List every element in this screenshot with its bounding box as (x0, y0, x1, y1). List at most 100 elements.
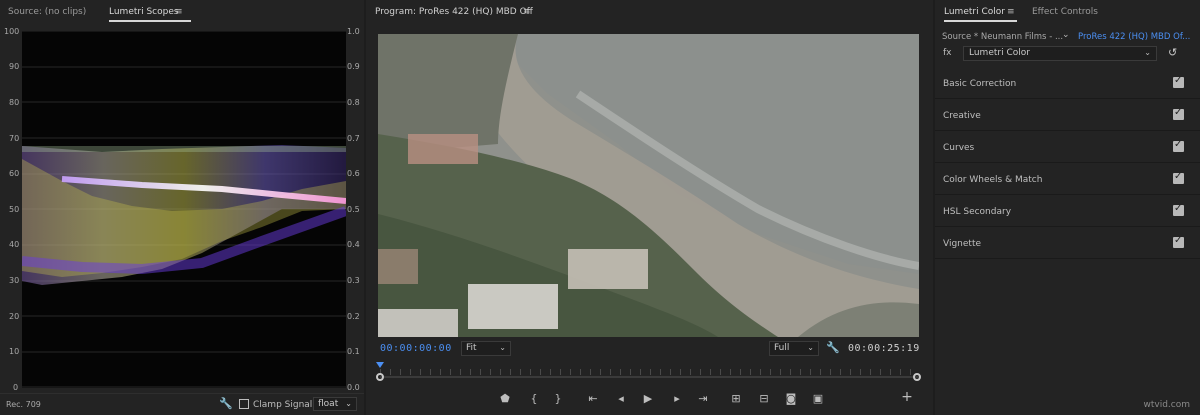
tick-label: 90 (9, 62, 20, 71)
lumetri-scopes-panel: Source: (no clips) Lumetri Scopes ≡ 100 … (0, 0, 364, 415)
effect-select-label: Lumetri Color (969, 48, 1030, 58)
section-hsl-secondary[interactable]: HSL Secondary (935, 195, 1200, 227)
waveform-graphic (22, 31, 346, 388)
tick-label: 0.7 (347, 134, 360, 143)
tick-label: 10 (9, 347, 20, 356)
tick-label: 0.2 (347, 312, 360, 321)
checkbox-icon[interactable] (1173, 171, 1184, 184)
tick-label: 30 (9, 276, 20, 285)
tick-label: 0.0 (347, 383, 360, 392)
program-video-frame[interactable] (378, 34, 919, 337)
tick-label: 70 (9, 134, 20, 143)
rec-label: Rec. 709 (6, 400, 41, 409)
current-timecode[interactable]: 00:00:00:00 (380, 343, 452, 354)
tick-label: 0.6 (347, 169, 360, 178)
play-icon[interactable]: ▶ (640, 392, 656, 405)
scrubber-track (380, 376, 920, 378)
tick-label: 0.3 (347, 276, 360, 285)
step-back-icon[interactable]: ◂ (613, 392, 629, 405)
section-creative[interactable]: Creative (935, 99, 1200, 131)
tick-label: 0 (13, 383, 19, 392)
step-forward-icon[interactable]: ▸ (669, 392, 685, 405)
checkbox-icon[interactable] (1173, 235, 1184, 248)
plus-icon[interactable]: + (899, 389, 915, 405)
scrubber-ticks (380, 369, 920, 375)
checkbox-icon[interactable] (1173, 107, 1184, 120)
watermark: wtvid.com (1143, 400, 1190, 410)
center-tabbar: Program: ProRes 422 (HQ) MBD Off ≡ (366, 0, 933, 26)
insert-icon[interactable]: ⊞ (728, 392, 744, 405)
section-color-wheels[interactable]: Color Wheels & Match (935, 163, 1200, 195)
wrench-icon[interactable]: 🔧 (219, 397, 233, 410)
tick-label: 0.8 (347, 98, 360, 107)
program-title[interactable]: Program: ProRes 422 (HQ) MBD Off (375, 7, 533, 17)
tab-effect-controls[interactable]: Effect Controls (1032, 7, 1098, 17)
section-label: HSL Secondary (943, 207, 1012, 217)
tick-label: 20 (9, 312, 20, 321)
tab-source[interactable]: Source: (no clips) (8, 7, 86, 17)
go-to-in-icon[interactable]: ⇤ (585, 392, 601, 405)
mark-out-icon[interactable]: } (550, 392, 566, 405)
menu-icon[interactable]: ≡ (1007, 7, 1015, 17)
camera-icon[interactable]: ◙ (783, 392, 799, 405)
sequence-link[interactable]: ProRes 422 (HQ) MBD Of... (1078, 32, 1190, 42)
duration-timecode: 00:00:25:19 (848, 343, 920, 354)
section-label: Creative (943, 111, 981, 121)
right-tabbar: Lumetri Color ≡ Effect Controls (935, 0, 1200, 26)
resolution-dropdown[interactable]: Full ⌄ (769, 341, 819, 356)
tick-label: 50 (9, 205, 20, 214)
section-curves[interactable]: Curves (935, 131, 1200, 163)
tab-lumetri-scopes[interactable]: Lumetri Scopes (109, 7, 191, 22)
chevron-down-icon: ⌄ (499, 343, 506, 352)
left-tabbar: Source: (no clips) Lumetri Scopes ≡ (0, 0, 364, 26)
tick-label: 100 (4, 27, 20, 36)
chevron-down-icon[interactable]: ⌄ (1062, 30, 1070, 40)
compare-icon[interactable]: ▣ (810, 392, 826, 405)
tick-label: 40 (9, 240, 20, 249)
tick-label: 0.9 (347, 62, 360, 71)
checkbox-icon[interactable] (1173, 75, 1184, 88)
go-to-out-icon[interactable]: ⇥ (695, 392, 711, 405)
in-handle[interactable] (376, 373, 384, 381)
playhead[interactable] (376, 362, 384, 368)
section-label: Color Wheels & Match (943, 175, 1043, 185)
chevron-down-icon: ⌄ (807, 343, 814, 352)
effect-select-row: fx Lumetri Color ⌄ ↺ (935, 46, 1200, 62)
float-dropdown[interactable]: float ⌄ (313, 397, 357, 411)
tick-label: 60 (9, 169, 20, 178)
checkbox-icon[interactable] (239, 399, 249, 409)
zoom-dropdown[interactable]: Fit ⌄ (461, 341, 511, 356)
float-label: float (318, 399, 339, 409)
chevron-down-icon: ⌄ (1144, 48, 1151, 57)
section-label: Basic Correction (943, 79, 1017, 89)
scope-bottom-bar: Rec. 709 🔧 Clamp Signal float ⌄ (0, 393, 364, 415)
timeline-scrubber[interactable] (376, 362, 921, 383)
tick-label: 0.1 (347, 347, 360, 356)
checkbox-icon[interactable] (1173, 203, 1184, 216)
section-vignette[interactable]: Vignette (935, 227, 1200, 259)
tick-label: 1.0 (347, 27, 360, 36)
overwrite-icon[interactable]: ⊟ (756, 392, 772, 405)
checkbox-icon[interactable] (1173, 139, 1184, 152)
effect-select[interactable]: Lumetri Color ⌄ (963, 46, 1157, 61)
tab-lumetri-color[interactable]: Lumetri Color (944, 7, 1017, 22)
tick-label: 0.4 (347, 240, 360, 249)
reset-icon[interactable]: ↺ (1168, 46, 1177, 59)
zoom-label: Fit (466, 343, 477, 353)
lumetri-color-panel: Lumetri Color ≡ Effect Controls Source *… (935, 0, 1200, 415)
out-handle[interactable] (913, 373, 921, 381)
menu-icon[interactable]: ≡ (523, 7, 531, 17)
menu-icon[interactable]: ≡ (175, 7, 183, 17)
program-monitor-panel: Program: ProRes 422 (HQ) MBD Off ≡ 00:00… (366, 0, 933, 415)
fx-icon[interactable]: fx (943, 48, 952, 58)
waveform-scope (22, 31, 346, 388)
tick-label: 0.5 (347, 205, 360, 214)
marker-icon[interactable]: ⬟ (497, 392, 513, 405)
mark-in-icon[interactable]: { (526, 392, 542, 405)
section-label: Vignette (943, 239, 982, 249)
wrench-icon[interactable]: 🔧 (826, 341, 840, 354)
section-label: Curves (943, 143, 975, 153)
waveform-topline (22, 146, 346, 152)
source-label: Source * Neumann Films - ... (942, 32, 1064, 42)
section-basic-correction[interactable]: Basic Correction (935, 67, 1200, 99)
